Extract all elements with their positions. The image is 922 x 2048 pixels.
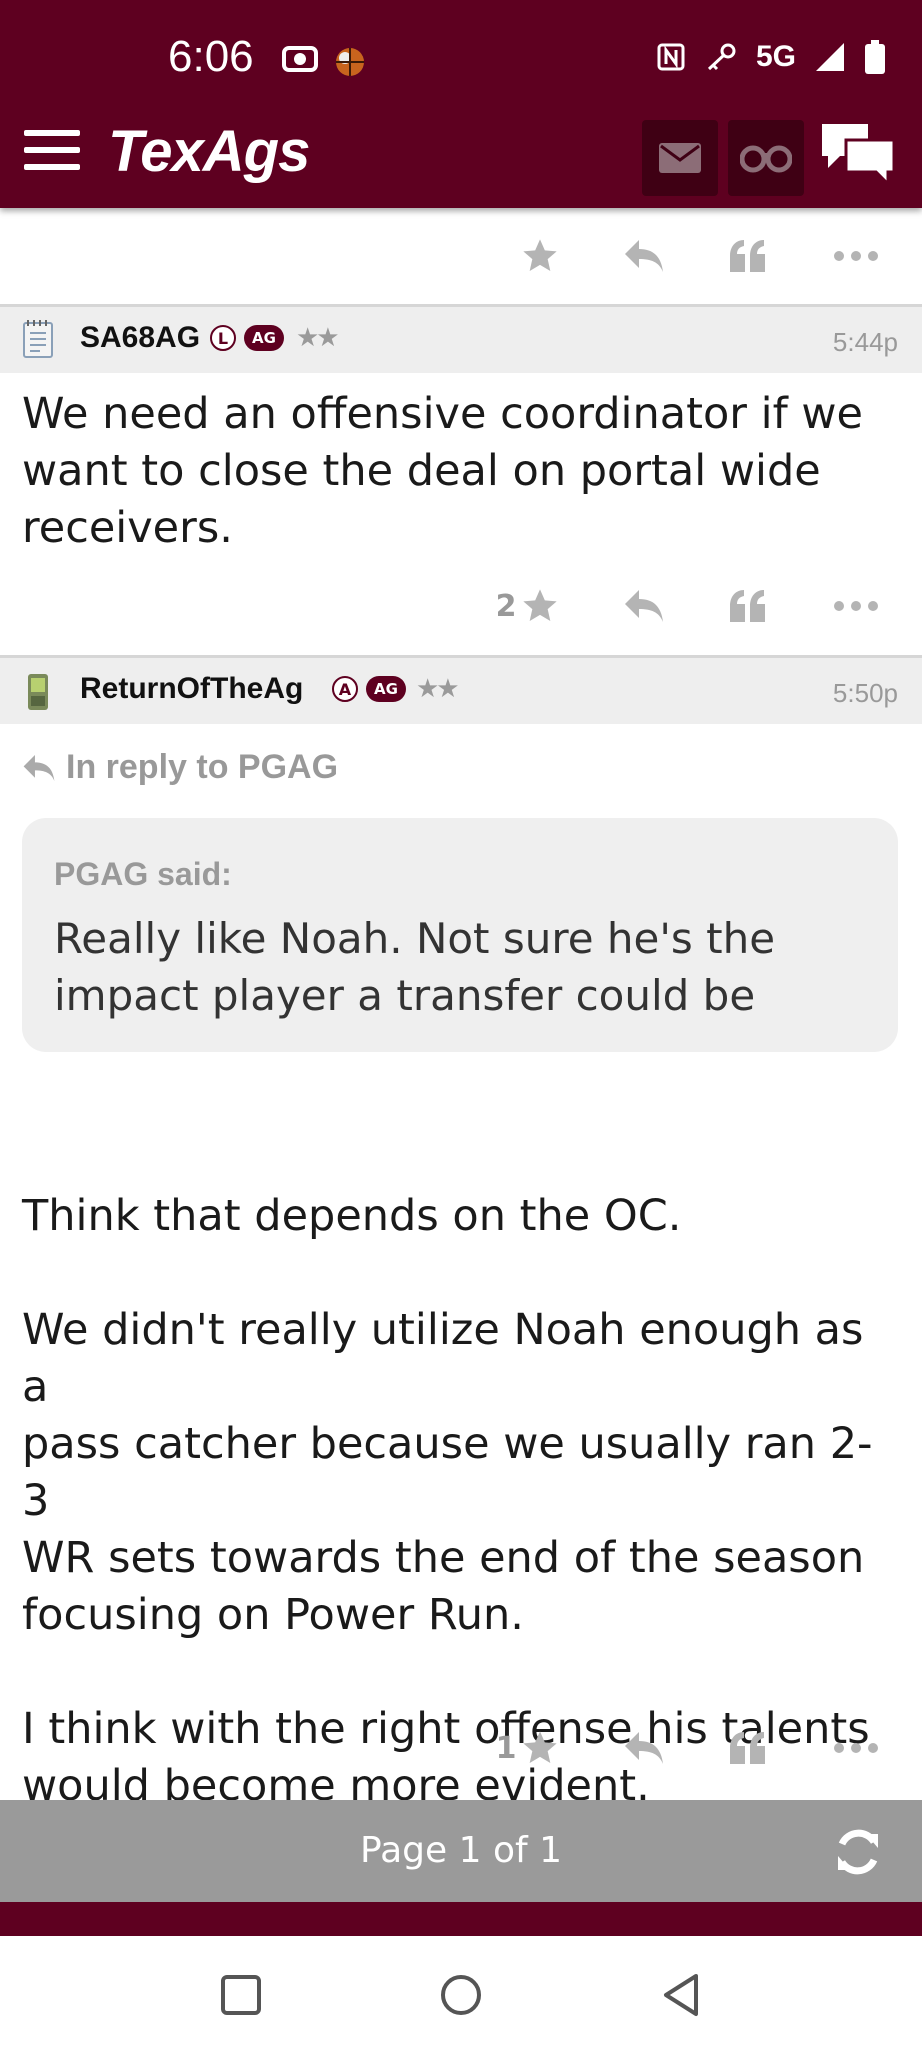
watchlist-button[interactable] — [728, 120, 804, 196]
quote-icon — [730, 590, 765, 622]
texags-logo[interactable]: TexAgs — [108, 118, 310, 185]
in-reply-to-text: In reply to PGAG — [66, 748, 339, 786]
status-time: 6:06 — [168, 32, 254, 81]
key-icon — [707, 43, 736, 71]
quoted-post: PGAG said: Really like Noah. Not sure he… — [22, 818, 898, 1052]
quote-icon — [730, 1732, 765, 1764]
reply-icon — [625, 1732, 663, 1764]
battery-icon — [865, 40, 885, 74]
star-button[interactable]: 2 — [488, 578, 568, 634]
more-options-button[interactable] — [828, 1720, 884, 1776]
quote-text-line: impact player a transfer could be — [54, 971, 756, 1020]
star-count: 1 — [495, 1730, 517, 1766]
post-header: SA68AG L AG ★★ 5:44p — [0, 307, 922, 373]
post-time: 5:44p — [832, 327, 898, 357]
star-button[interactable]: 1 — [488, 1720, 568, 1776]
signal-icon — [816, 43, 844, 71]
recent-apps-icon[interactable] — [220, 1974, 262, 2016]
ag-badge: AG — [244, 325, 284, 351]
quote-text-line: Really like Noah. Not sure he's the — [54, 914, 776, 963]
more-dots-icon — [834, 251, 878, 261]
post-text-line: pass catcher because we usually ran 2-3 — [22, 1419, 873, 1526]
reply-button[interactable] — [616, 1720, 672, 1776]
status-icons-left — [282, 44, 368, 80]
member-level-badge: A — [332, 676, 358, 702]
reply-icon — [23, 754, 55, 781]
back-icon[interactable] — [660, 1972, 702, 2018]
post-text-line: focusing on Power Run. — [22, 1590, 524, 1640]
post-username[interactable]: ReturnOfTheAg — [80, 672, 303, 706]
home-icon[interactable] — [440, 1974, 482, 2016]
camera-notification-icon — [282, 46, 318, 72]
quote-button[interactable] — [720, 1720, 776, 1776]
chat-bubbles-icon — [822, 124, 896, 188]
page-indicator[interactable]: Page 1 of 1 — [0, 1830, 922, 1871]
in-reply-to-link[interactable]: In reply to PGAG — [22, 748, 338, 787]
post-time: 5:50p — [832, 678, 898, 708]
binoculars-icon — [740, 145, 792, 173]
quote-icon — [730, 240, 765, 272]
star-icon — [523, 589, 558, 621]
post-body: We need an offensive coordinator if we w… — [22, 386, 892, 557]
phone-device-icon — [22, 672, 54, 716]
member-stars: ★★ — [416, 674, 460, 704]
quote-button[interactable] — [720, 228, 776, 284]
post-text-line: Think that depends on the OC. — [22, 1191, 682, 1241]
messages-button[interactable] — [642, 120, 718, 196]
hamburger-menu-icon[interactable] — [24, 130, 80, 174]
notepad-device-icon — [22, 319, 54, 363]
footer-strip — [0, 1902, 922, 1936]
status-icons-right: 5G — [656, 40, 886, 74]
post-username[interactable]: SA68AG — [80, 321, 200, 355]
star-button[interactable] — [512, 228, 568, 284]
star-icon — [523, 239, 557, 271]
quote-text: Really like Noah. Not sure he's the impa… — [54, 910, 854, 1024]
member-level-badge: L — [210, 325, 236, 351]
post-text-line: We need an offensive coordinator if we — [22, 389, 863, 439]
post-header: ReturnOfTheAg A AG ★★ 5:50p — [0, 658, 922, 724]
post-text-line: receivers. — [22, 503, 233, 553]
more-options-button[interactable] — [828, 578, 884, 634]
refresh-icon — [838, 1829, 878, 1875]
reply-icon — [625, 240, 663, 272]
app-header: 6:06 5G TexAgs — [0, 0, 922, 208]
quote-button[interactable] — [720, 578, 776, 634]
member-stars: ★★ — [296, 323, 340, 353]
system-nav-bar — [0, 1936, 922, 2048]
star-icon — [523, 1731, 558, 1763]
reply-button[interactable] — [616, 228, 672, 284]
post-text-line: We didn't really utilize Noah enough as … — [22, 1305, 864, 1412]
more-options-button[interactable] — [828, 228, 884, 284]
network-type: 5G — [755, 40, 796, 73]
envelope-icon — [659, 143, 701, 173]
nfc-icon — [657, 43, 685, 71]
refresh-button[interactable] — [830, 1824, 886, 1884]
more-dots-icon — [834, 601, 878, 611]
post-text-line: want to close the deal on portal wide — [22, 446, 821, 496]
sports-notification-icon — [336, 48, 364, 76]
ag-badge: AG — [366, 676, 406, 702]
reply-button[interactable] — [616, 578, 672, 634]
chat-button[interactable] — [818, 120, 898, 190]
reply-icon — [625, 590, 663, 622]
post-text-line: WR sets towards the end of the season — [22, 1533, 865, 1583]
more-dots-icon — [834, 1743, 878, 1753]
pagination-bar: Page 1 of 1 — [0, 1800, 922, 1902]
quote-author[interactable]: PGAG said: — [54, 856, 232, 893]
star-count: 2 — [495, 588, 517, 624]
